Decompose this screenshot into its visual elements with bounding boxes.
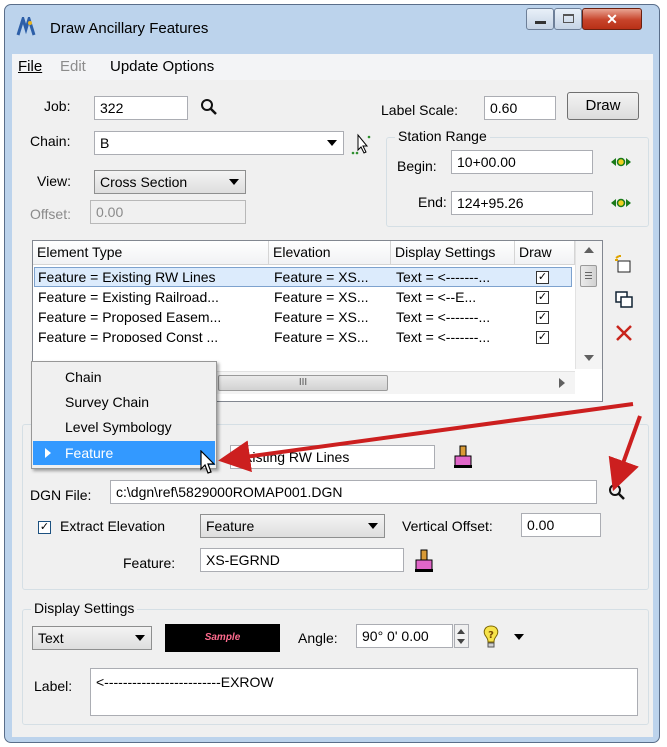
annotation-arrow-feature [218, 402, 634, 473]
annotation-arrow-search [608, 415, 642, 492]
mouse-cursor-icon [199, 449, 219, 476]
annotation-arrows [218, 402, 642, 492]
